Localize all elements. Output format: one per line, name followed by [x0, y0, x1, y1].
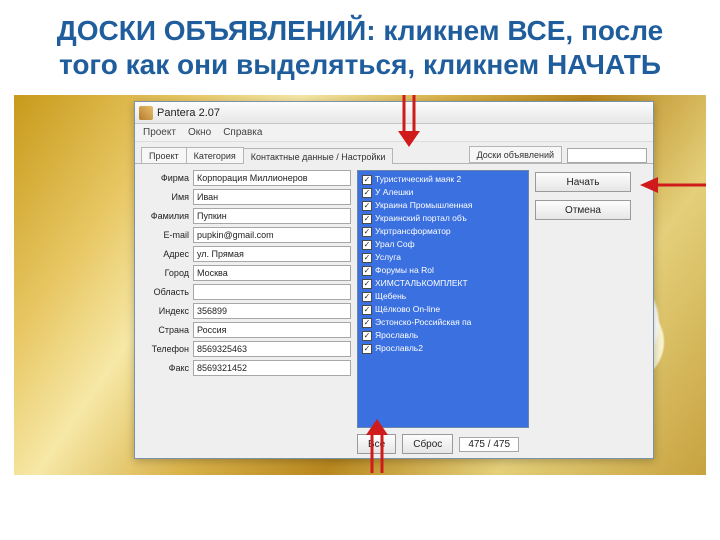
tab-contacts[interactable]: Контактные данные / Настройки — [243, 148, 394, 164]
contact-form: ФирмаКорпорация Миллионеров ИмяИван Фами… — [141, 170, 351, 454]
label-index: Индекс — [141, 306, 193, 316]
boards-panel: ✓Туристический маяк 2✓У Алешки✓Украина П… — [357, 170, 529, 454]
input-city[interactable]: Москва — [193, 265, 351, 281]
label-email: E-mail — [141, 230, 193, 240]
checkbox-icon[interactable]: ✓ — [362, 305, 372, 315]
slide-title: ДОСКИ ОБЪЯВЛЕНИЙ: кликнем ВСЕ, после тог… — [0, 0, 720, 89]
menu-project[interactable]: Проект — [143, 127, 176, 138]
list-item[interactable]: ✓Щёлково On-line — [360, 303, 526, 316]
tab-project[interactable]: Проект — [141, 147, 187, 163]
input-country[interactable]: Россия — [193, 322, 351, 338]
label-phone: Телефон — [141, 344, 193, 354]
list-item-label: Форумы на Rol — [375, 264, 434, 277]
input-region[interactable] — [193, 284, 351, 300]
list-item[interactable]: ✓Услуга — [360, 251, 526, 264]
list-item-label: Ярославль2 — [375, 342, 423, 355]
boards-listbox[interactable]: ✓Туристический маяк 2✓У Алешки✓Украина П… — [357, 170, 529, 428]
label-firm: Фирма — [141, 173, 193, 183]
button-start[interactable]: Начать — [535, 172, 631, 192]
input-fax[interactable]: 8569321452 — [193, 360, 351, 376]
input-address[interactable]: ул. Прямая — [193, 246, 351, 262]
checkbox-icon[interactable]: ✓ — [362, 292, 372, 302]
button-all[interactable]: Все — [357, 434, 396, 454]
list-item-label: Украинский портал объ — [375, 212, 467, 225]
label-country: Страна — [141, 325, 193, 335]
list-item-label: Урал Соф — [375, 238, 415, 251]
list-item-label: Щебень — [375, 290, 406, 303]
list-item[interactable]: ✓Щебень — [360, 290, 526, 303]
list-item[interactable]: ✓Украина Промышленная — [360, 199, 526, 212]
list-item-label: У Алешки — [375, 186, 413, 199]
background-photo: Pantera 2.07 Проект Окно Справка Проект … — [14, 95, 706, 475]
checkbox-icon[interactable]: ✓ — [362, 344, 372, 354]
button-reset[interactable]: Сброс — [402, 434, 453, 454]
input-email[interactable]: pupkin@gmail.com — [193, 227, 351, 243]
list-item-label: Эстонско-Российская па — [375, 316, 471, 329]
list-item-label: Щёлково On-line — [375, 303, 440, 316]
list-item-label: Туристический маяк 2 — [375, 173, 461, 186]
list-item[interactable]: ✓Урал Соф — [360, 238, 526, 251]
list-item[interactable]: ✓Украинский портал объ — [360, 212, 526, 225]
checkbox-icon[interactable]: ✓ — [362, 175, 372, 185]
checkbox-icon[interactable]: ✓ — [362, 253, 372, 263]
checkbox-icon[interactable]: ✓ — [362, 318, 372, 328]
list-item-label: Укртрансформатор — [375, 225, 451, 238]
window-title: Pantera 2.07 — [157, 107, 220, 119]
input-phone[interactable]: 8569325463 — [193, 341, 351, 357]
list-item[interactable]: ✓Ярославль2 — [360, 342, 526, 355]
checkbox-icon[interactable]: ✓ — [362, 279, 372, 289]
counter-field: 475 / 475 — [459, 437, 519, 452]
label-address: Адрес — [141, 249, 193, 259]
menubar: Проект Окно Справка — [135, 124, 653, 142]
tabbar: Проект Категория Контактные данные / Нас… — [135, 142, 653, 164]
menu-help[interactable]: Справка — [223, 127, 262, 138]
input-surname[interactable]: Пупкин — [193, 208, 351, 224]
checkbox-icon[interactable]: ✓ — [362, 266, 372, 276]
checkbox-icon[interactable]: ✓ — [362, 201, 372, 211]
checkbox-icon[interactable]: ✓ — [362, 331, 372, 341]
checkbox-icon[interactable]: ✓ — [362, 214, 372, 224]
action-panel: Начать Отмена — [535, 170, 631, 454]
list-item[interactable]: ✓У Алешки — [360, 186, 526, 199]
list-item[interactable]: ✓Укртрансформатор — [360, 225, 526, 238]
list-item-label: Украина Промышленная — [375, 199, 472, 212]
app-icon — [139, 106, 153, 120]
list-item[interactable]: ✓ХИМСТАЛЬКОМПЛЕКТ — [360, 277, 526, 290]
list-item-label: ХИМСТАЛЬКОМПЛЕКТ — [375, 277, 468, 290]
tab-category[interactable]: Категория — [186, 147, 244, 163]
list-item-label: Услуга — [375, 251, 401, 264]
list-item[interactable]: ✓Форумы на Rol — [360, 264, 526, 277]
label-fax: Факс — [141, 363, 193, 373]
input-firm[interactable]: Корпорация Миллионеров — [193, 170, 351, 186]
input-name[interactable]: Иван — [193, 189, 351, 205]
menu-window[interactable]: Окно — [188, 127, 211, 138]
checkbox-icon[interactable]: ✓ — [362, 227, 372, 237]
tab-textfield[interactable] — [567, 148, 647, 163]
checkbox-icon[interactable]: ✓ — [362, 240, 372, 250]
checkbox-icon[interactable]: ✓ — [362, 188, 372, 198]
tab-boards[interactable]: Доски объявлений — [469, 146, 562, 163]
label-region: Область — [141, 287, 193, 297]
app-window: Pantera 2.07 Проект Окно Справка Проект … — [134, 101, 654, 459]
titlebar: Pantera 2.07 — [135, 102, 653, 124]
input-index[interactable]: 356899 — [193, 303, 351, 319]
list-item[interactable]: ✓Ярославль — [360, 329, 526, 342]
list-item[interactable]: ✓Туристический маяк 2 — [360, 173, 526, 186]
label-city: Город — [141, 268, 193, 278]
list-item-label: Ярославль — [375, 329, 418, 342]
button-cancel[interactable]: Отмена — [535, 200, 631, 220]
list-item[interactable]: ✓Эстонско-Российская па — [360, 316, 526, 329]
label-name: Имя — [141, 192, 193, 202]
label-surname: Фамилия — [141, 211, 193, 221]
